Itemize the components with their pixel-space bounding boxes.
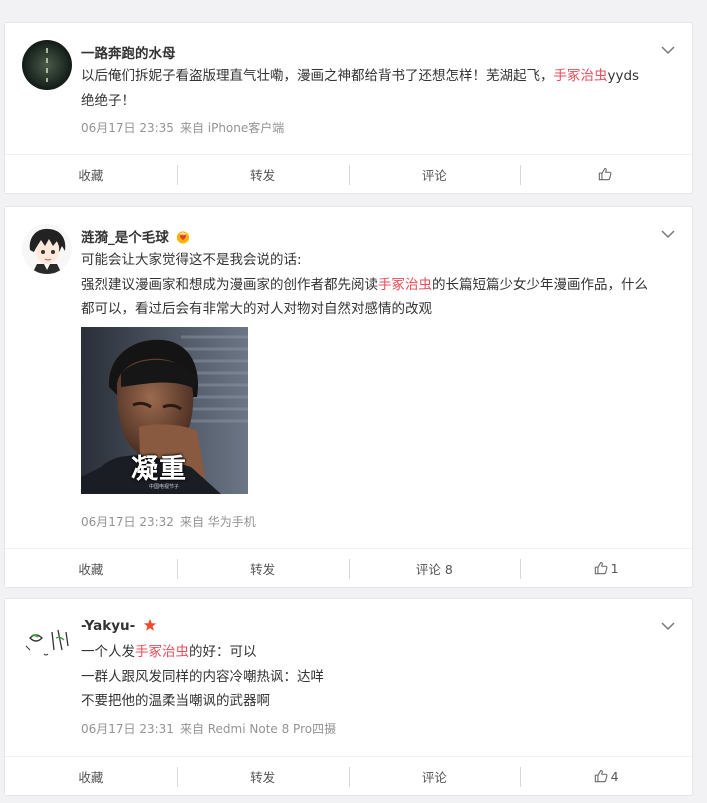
collect-button[interactable]: 收藏 xyxy=(5,757,177,795)
username-link[interactable]: -Yakyu- xyxy=(81,618,135,634)
avatar-image xyxy=(22,616,72,666)
thumbs-up-icon xyxy=(594,562,608,575)
post-text: 一个人发手冢治虫的好：可以 一群人跟风发同样的内容冷嘲热讽：达咩 不要把他的温柔… xyxy=(81,640,676,714)
username: 涟漪_是个毛球 xyxy=(81,226,190,246)
source: 来自 Redmi Note 8 Pro四摄 xyxy=(179,722,337,736)
hashtag-link[interactable]: 手冢治虫 xyxy=(554,68,608,84)
chevron-down-icon[interactable] xyxy=(661,229,675,239)
hashtag-link[interactable]: 手冢治虫 xyxy=(378,277,432,293)
username: -Yakyu- xyxy=(81,618,157,634)
thumbs-up-icon xyxy=(594,770,608,783)
username[interactable]: 一路奔跑的水母 xyxy=(81,42,176,62)
source: 来自 iPhone客户端 xyxy=(179,121,285,135)
like-button[interactable]: 1 xyxy=(520,549,692,587)
post-meta: 06月17日 23:31 来自 Redmi Note 8 Pro四摄 xyxy=(81,720,336,737)
comment-button[interactable]: 评论 xyxy=(348,757,521,795)
post-meta: 06月17日 23:35 来自 iPhone客户端 xyxy=(81,119,284,136)
username-link[interactable]: 涟漪_是个毛球 xyxy=(81,230,169,246)
source: 来自 华为手机 xyxy=(179,515,256,529)
text-line: 一群人跟风发同样的内容冷嘲热讽：达咩 xyxy=(81,668,324,685)
post-meta: 06月17日 23:32 来自 华为手机 xyxy=(81,513,256,530)
timestamp[interactable]: 06月17日 23:31 xyxy=(81,722,174,736)
text-line: 可能会让大家觉得这不是我会说的话: xyxy=(81,252,302,268)
like-button[interactable] xyxy=(520,155,692,193)
hashtag-link[interactable]: 手冢治虫 xyxy=(135,644,189,660)
text-line: 强烈建议漫画家和想成为漫画家的创作者都先阅读手冢治虫的长篇短篇少女少年漫画作品，… xyxy=(81,276,648,293)
text-line: 都可以，看过后会有非常大的对人对物对自然对感情的改观 xyxy=(81,301,432,317)
post-image[interactable]: 凝重 中国电视节子 xyxy=(81,327,248,494)
chevron-down-icon[interactable] xyxy=(661,45,675,55)
avatar-image xyxy=(22,224,72,274)
crown-heart-badge-icon xyxy=(177,231,190,244)
comment-button[interactable]: 评论 xyxy=(348,155,521,193)
text-line: 不要把他的温柔当嘲讽的武器啊 xyxy=(81,693,270,709)
comment-button[interactable]: 评论 8 xyxy=(348,549,521,587)
action-bar: 收藏 转发 评论 8 1 xyxy=(5,548,692,587)
timestamp[interactable]: 06月17日 23:35 xyxy=(81,121,174,135)
repost-button[interactable]: 转发 xyxy=(176,155,349,193)
chevron-down-icon[interactable] xyxy=(661,621,675,631)
avatar[interactable] xyxy=(22,40,72,90)
like-button[interactable]: 4 xyxy=(520,757,692,795)
collect-button[interactable]: 收藏 xyxy=(5,155,177,193)
action-bar: 收藏 转发 评论 4 xyxy=(5,756,692,795)
image-watermark: 中国电视节子 xyxy=(149,484,180,490)
avatar-image xyxy=(22,40,72,90)
post-text: 以后俺们拆妮子看盗版理直气壮嘞，漫画之神都给背书了还想怎样！芜湖起飞，手冢治虫y… xyxy=(81,64,676,113)
collect-button[interactable]: 收藏 xyxy=(5,549,177,587)
text-line: 以后俺们拆妮子看盗版理直气壮嘞，漫画之神都给背书了还想怎样！芜湖起飞，手冢治虫y… xyxy=(81,68,640,84)
repost-button[interactable]: 转发 xyxy=(176,549,349,587)
post-card: 一路奔跑的水母 以后俺们拆妮子看盗版理直气壮嘞，漫画之神都给背书了还想怎样！芜湖… xyxy=(4,22,693,194)
text-line: 一个人发手冢治虫的好：可以 xyxy=(81,644,257,660)
post-card: 涟漪_是个毛球 可能会让大家觉得这不是我会说的话: 强烈建议漫画家和想成为漫画家… xyxy=(4,206,693,588)
repost-button[interactable]: 转发 xyxy=(176,757,349,795)
star-badge-icon xyxy=(143,618,157,631)
image-caption: 凝重 xyxy=(131,454,187,485)
like-count: 4 xyxy=(610,768,619,784)
avatar[interactable] xyxy=(22,224,72,274)
action-bar: 收藏 转发 评论 xyxy=(5,154,692,193)
timestamp[interactable]: 06月17日 23:32 xyxy=(81,515,174,529)
like-count: 1 xyxy=(610,560,619,576)
post-text: 可能会让大家觉得这不是我会说的话: 强烈建议漫画家和想成为漫画家的创作者都先阅读… xyxy=(81,248,676,322)
text-line: 绝绝子！ xyxy=(81,92,135,109)
thumbs-up-icon xyxy=(598,168,612,181)
weibo-comment-feed: 一路奔跑的水母 以后俺们拆妮子看盗版理直气壮嘞，漫画之神都给背书了还想怎样！芜湖… xyxy=(0,0,707,803)
avatar[interactable] xyxy=(22,616,72,666)
post-card: -Yakyu- 一个人发手冢治虫的好：可以 一群人跟风发同样的内容冷嘲热讽：达咩… xyxy=(4,598,693,796)
